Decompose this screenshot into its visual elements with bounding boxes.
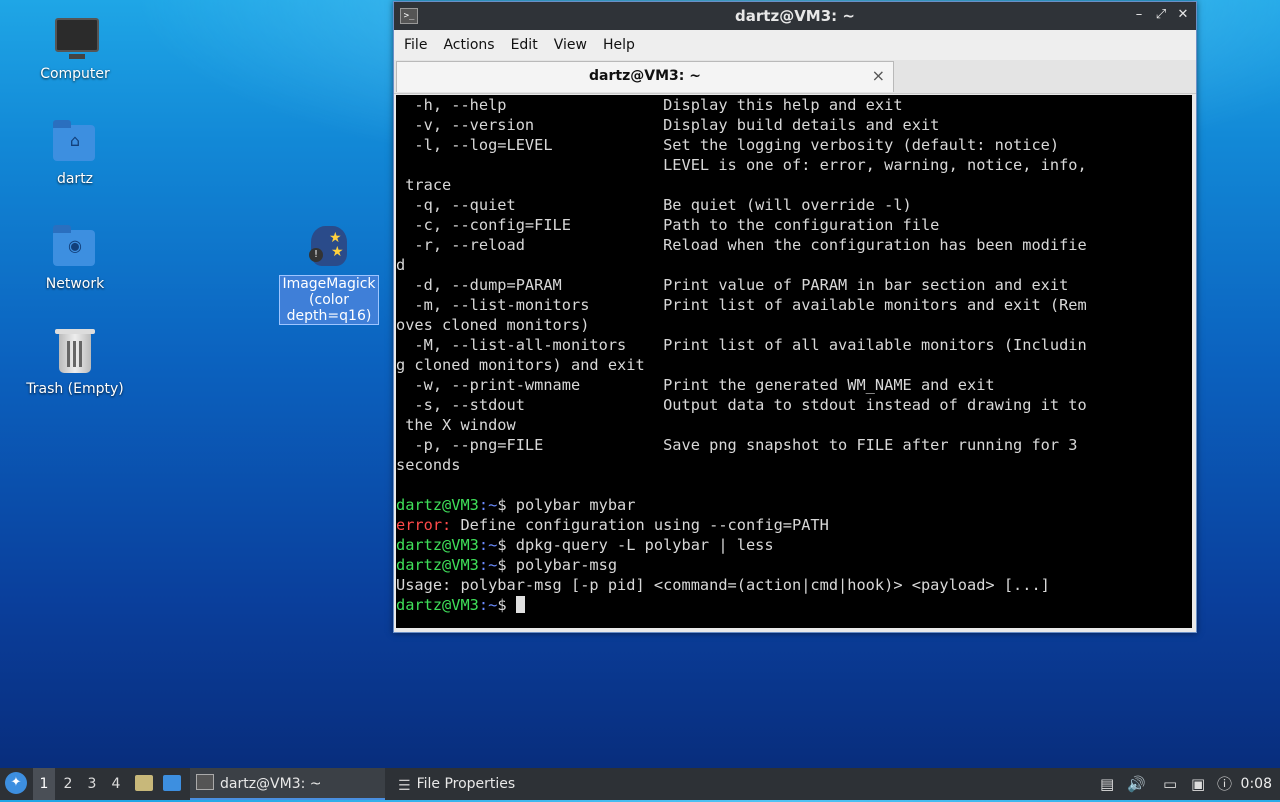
terminal-line: -d, --dump=PARAM Print value of PARAM in… — [396, 276, 1069, 294]
list-icon: ☰ — [398, 778, 411, 794]
desktop-icon-network[interactable]: ◉ Network — [25, 225, 125, 292]
terminal-line: dartz@VM3:~$ polybar-msg — [396, 556, 618, 574]
terminal-line: seconds — [396, 456, 461, 474]
terminal-line: dartz@VM3:~$ polybar mybar — [396, 496, 636, 514]
menu-actions[interactable]: Actions — [435, 37, 502, 53]
desktop-icon-home-folder[interactable]: ⌂ dartz — [25, 120, 125, 187]
terminal-line: -s, --stdout Output data to stdout inste… — [396, 396, 1087, 414]
terminal-line: -w, --print-wmname Print the generated W… — [396, 376, 995, 394]
close-icon[interactable]: ✕ — [1176, 7, 1190, 22]
workspace-1[interactable]: 1 — [33, 768, 55, 800]
desktop-icon-imagemagick[interactable]: ★ ★ ! ImageMagick (color depth=q16) — [279, 226, 379, 325]
menu-view[interactable]: View — [546, 37, 595, 53]
desktop-icon-label: Computer — [40, 66, 110, 82]
volume-icon[interactable]: 🔊 — [1127, 768, 1146, 800]
task-file-properties[interactable]: ☰ File Properties — [392, 768, 592, 800]
desktop-icon-computer[interactable]: Computer — [25, 16, 125, 82]
minimize-icon[interactable]: – — [1132, 7, 1146, 22]
desktop-launcher-icon[interactable] — [163, 775, 181, 791]
task-label: dartz@VM3: ~ — [220, 776, 322, 792]
maximize-icon[interactable]: ⤢ — [1154, 7, 1168, 22]
imagemagick-icon: ★ ★ ! — [307, 226, 351, 270]
home-folder-icon: ⌂ — [53, 120, 97, 165]
clipboard-icon[interactable]: ▤ — [1100, 768, 1114, 800]
task-terminal[interactable]: dartz@VM3: ~ — [190, 768, 385, 800]
terminal-line: Usage: polybar-msg [-p pid] <command=(ac… — [396, 576, 1050, 594]
workspace-4[interactable]: 4 — [105, 768, 127, 800]
terminal-line: -c, --config=FILE Path to the configurat… — [396, 216, 940, 234]
terminal-output[interactable]: -h, --help Display this help and exit -v… — [396, 95, 1192, 628]
terminal-line: oves cloned monitors) — [396, 316, 590, 334]
terminal-line: d — [396, 256, 406, 274]
taskbar: ✦ 1 2 3 4 dartz@VM3: ~ ☰ File Properties … — [0, 768, 1280, 800]
update-notification-icon[interactable]: ⓘ — [1217, 768, 1232, 800]
terminal-line: -h, --help Display this help and exit — [396, 96, 903, 114]
terminal-icon — [196, 774, 214, 790]
terminal-line: dartz@VM3:~$ dpkg-query -L polybar | les… — [396, 536, 774, 554]
file-manager-launcher-icon[interactable] — [135, 775, 153, 791]
tabbar: dartz@VM3: ~ × — [394, 60, 1196, 94]
menubar: File Actions Edit View Help — [394, 30, 1196, 60]
menu-help[interactable]: Help — [595, 37, 643, 53]
terminal-line: -p, --png=FILE Save png snapshot to FILE… — [396, 436, 1078, 454]
task-label: File Properties — [416, 776, 516, 792]
menu-file[interactable]: File — [396, 37, 435, 53]
window-titlebar[interactable]: >_ dartz@VM3: ~ – ⤢ ✕ — [394, 2, 1196, 30]
terminal-line: -l, --log=LEVEL Set the logging verbosit… — [396, 136, 1060, 154]
terminal-window[interactable]: >_ dartz@VM3: ~ – ⤢ ✕ File Actions Edit … — [393, 1, 1197, 633]
terminal-line: g cloned monitors) and exit — [396, 356, 645, 374]
terminal-cursor — [515, 596, 525, 613]
terminal-line: -r, --reload Reload when the configurati… — [396, 236, 1087, 254]
desktop-icon-label: dartz — [56, 171, 94, 187]
terminal-line: the X window — [396, 416, 516, 434]
menu-edit[interactable]: Edit — [503, 37, 546, 53]
desktop-icon-label: ImageMagick (color depth=q16) — [279, 275, 379, 325]
terminal-line: LEVEL is one of: error, warning, notice,… — [396, 156, 1087, 174]
tab-terminal[interactable]: dartz@VM3: ~ × — [396, 61, 894, 92]
terminal-line: -M, --list-all-monitors Print list of al… — [396, 336, 1087, 354]
start-menu-icon[interactable]: ✦ — [5, 772, 27, 794]
tab-close-icon[interactable]: × — [872, 66, 885, 85]
terminal-line: trace — [396, 176, 452, 194]
computer-icon — [53, 16, 99, 60]
trash-icon — [53, 329, 97, 375]
notes-icon[interactable]: ▭ — [1163, 768, 1177, 800]
desktop-icon-label: Network — [45, 276, 105, 292]
terminal-prompt-line[interactable]: dartz@VM3:~$ — [396, 595, 1192, 615]
terminal-line: error: Define configuration using --conf… — [396, 516, 829, 534]
workspace-2[interactable]: 2 — [57, 768, 79, 800]
clock[interactable]: 0:08 — [1241, 768, 1272, 800]
terminal-line: -q, --quiet Be quiet (will override -l) — [396, 196, 912, 214]
desktop-icon-label: Trash (Empty) — [26, 381, 124, 397]
network-monitor-icon[interactable]: ▣ — [1191, 768, 1205, 800]
network-folder-icon: ◉ — [53, 225, 97, 270]
window-title: dartz@VM3: ~ — [735, 7, 855, 25]
workspace-3[interactable]: 3 — [81, 768, 103, 800]
desktop-icon-trash[interactable]: Trash (Empty) — [25, 329, 125, 397]
terminal-line: -m, --list-monitors Print list of availa… — [396, 296, 1087, 314]
terminal-line: -v, --version Display build details and … — [396, 116, 940, 134]
tab-title: dartz@VM3: ~ — [589, 68, 701, 84]
